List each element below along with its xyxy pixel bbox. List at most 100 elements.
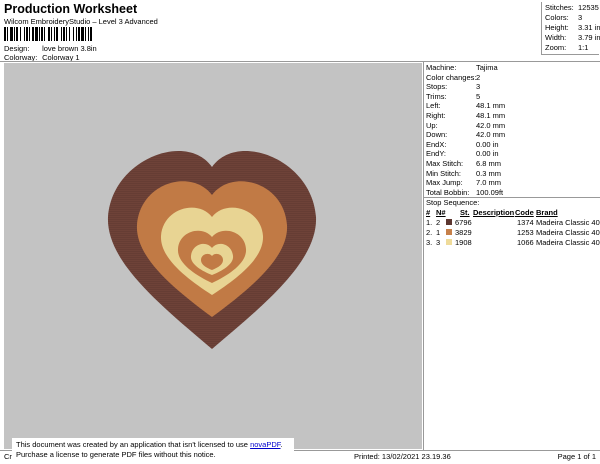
- spec-label: Max Jump:: [426, 178, 463, 188]
- barcode-bar: [35, 27, 38, 41]
- spec-row: Left: 48.1 mm: [426, 101, 505, 111]
- notice-line1-end: .: [280, 440, 283, 449]
- barcode-bar: [7, 27, 8, 41]
- spec-row: Trims: 5: [426, 91, 480, 101]
- barcode-bar: [24, 27, 25, 41]
- stat-value: 1:1: [578, 43, 589, 52]
- stat-value: 3.79 in: [578, 33, 600, 42]
- row-brand: Madeira Classic 40: [536, 218, 600, 227]
- spec-value: 0.00 in: [476, 149, 499, 159]
- row-stitches: 3829: [455, 228, 472, 237]
- spec-value: 42.0 mm: [476, 120, 506, 130]
- stat-width: Width: 3.79 in: [545, 33, 600, 42]
- spec-value: 2: [476, 72, 481, 82]
- spec-label: Trims:: [426, 91, 447, 101]
- row-needle: 3: [436, 238, 441, 247]
- spec-value: 48.1 mm: [476, 111, 506, 120]
- barcode-bar: [39, 27, 40, 41]
- stat-zoom: Zoom: 1:1: [545, 43, 600, 52]
- spec-value: 0.00 in: [476, 139, 499, 149]
- spec-label: Color changes:: [426, 72, 477, 82]
- barcode-bar: [54, 27, 55, 41]
- spec-value: 48.1 mm: [476, 101, 506, 111]
- row-brand: Madeira Classic 40: [536, 228, 600, 237]
- barcode-bar: [20, 27, 21, 41]
- barcode-bar: [29, 27, 30, 41]
- barcode-bar: [51, 27, 52, 41]
- barcode-bar: [76, 27, 77, 41]
- barcode-bar: [10, 27, 13, 41]
- stat-value: 12535: [578, 3, 599, 12]
- barcode-bar: [16, 27, 18, 41]
- barcode-bar: [48, 27, 50, 41]
- stat-height: Height: 3.31 in: [545, 23, 600, 32]
- row-num: 2.: [426, 228, 433, 237]
- spec-row: Up: 42.0 mm: [426, 120, 505, 130]
- barcode-bar: [44, 27, 45, 41]
- software-subtitle: Wilcom EmbroideryStudio – Level 3 Advanc…: [4, 17, 158, 26]
- spec-label: Max Stitch:: [426, 159, 464, 168]
- barcode-bar: [90, 27, 92, 41]
- color-swatch: [446, 239, 452, 245]
- spec-label: EndY:: [426, 149, 447, 159]
- stat-value: 3.31 in: [578, 23, 600, 32]
- row-num: 1.: [426, 218, 433, 227]
- spec-label: Machine:: [426, 63, 457, 72]
- stat-label: Width:: [545, 33, 567, 42]
- row-brand: Madeira Classic 40: [536, 238, 600, 247]
- spec-row: Color changes: 2: [426, 72, 480, 82]
- barcode-bar: [56, 27, 58, 41]
- barcode-bar: [4, 27, 6, 41]
- row-code: 1253: [517, 228, 534, 237]
- stat-stitches: Stitches: 12535: [545, 3, 600, 12]
- spec-row: Total Bobbin: 100.09ft: [426, 187, 503, 197]
- spec-label: Up:: [426, 120, 438, 130]
- col-brand: Brand: [536, 208, 558, 217]
- spec-row: Machine: Tajima: [426, 63, 498, 72]
- stat-label: Height:: [545, 23, 569, 32]
- spec-value: 7.0 mm: [476, 178, 502, 188]
- spec-label: Min Stitch:: [426, 168, 462, 178]
- barcode-bar: [26, 27, 28, 41]
- barcode-bar: [69, 27, 70, 41]
- spec-row: Max Jump: 7.0 mm: [426, 178, 501, 188]
- design-label: Design:: [4, 44, 30, 53]
- spec-value: Tajima: [476, 63, 498, 72]
- barcode-bar: [88, 27, 89, 41]
- row-needle: 1: [436, 228, 441, 237]
- barcode-bar: [81, 27, 84, 41]
- barcode-bar: [85, 27, 86, 41]
- row-code: 1374: [517, 218, 534, 227]
- stats-box: Stitches: 12535 Colors: 3 Height: 3.31 in W…: [541, 2, 600, 55]
- design-value: love brown 3.8in: [42, 44, 97, 53]
- design-row: Design: love brown 3.8in: [4, 44, 97, 53]
- spec-label: Right:: [426, 111, 446, 120]
- spec-value: 42.0 mm: [476, 130, 506, 140]
- spec-value: 3: [476, 82, 481, 92]
- col-num: #: [426, 208, 431, 217]
- barcode-bar: [78, 27, 80, 41]
- stop-sequence-title: Stop Sequence:: [426, 198, 480, 207]
- stat-label: Stitches:: [545, 3, 574, 12]
- page-number: Page 1 of 1: [557, 452, 596, 461]
- barcode-bar: [61, 27, 62, 41]
- spec-row: Stops: 3: [426, 82, 480, 91]
- panel-divider: [423, 62, 424, 450]
- novapdf-link[interactable]: novaPDF: [250, 440, 280, 449]
- col-st: St.: [460, 208, 470, 217]
- row-stitches: 1908: [455, 238, 472, 247]
- spec-value: 100.09ft: [476, 187, 504, 197]
- row-code: 1066: [517, 238, 534, 247]
- spec-row: EndY: 0.00 in: [426, 149, 499, 159]
- spec-label: Left:: [426, 101, 441, 111]
- page-title: Production Worksheet: [4, 2, 138, 16]
- spec-label: Total Bobbin:: [426, 187, 470, 197]
- stat-label: Colors:: [545, 13, 569, 22]
- col-code: Code: [515, 208, 534, 217]
- spec-label: Down:: [426, 130, 448, 140]
- barcode-bar: [73, 27, 74, 41]
- spec-row: Right: 48.1 mm: [426, 111, 505, 120]
- license-notice: This document was created by an applicat…: [12, 438, 294, 460]
- printed-date: Printed: 13/02/2021 23.19.36: [354, 452, 451, 461]
- footer-left-text: Cr: [4, 452, 12, 461]
